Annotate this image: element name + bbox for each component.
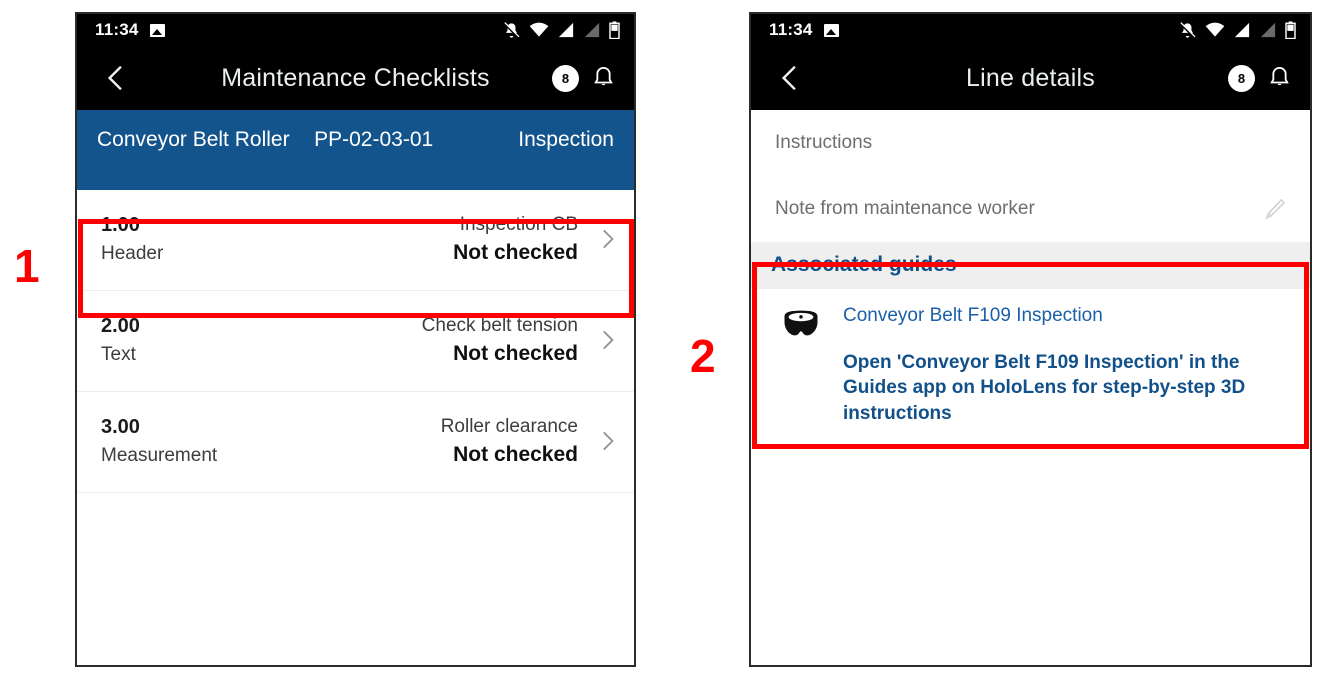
annotation-marker-2: 2 [690,330,716,382]
app-bar-right: Line details 8 [751,46,1310,110]
notifications-off-icon [503,21,520,38]
wifi-icon [1205,22,1225,37]
status-bar-time: 11:34 [769,20,813,39]
checklist-row-status: Not checked [453,240,578,264]
app-bar-actions: 8 [1228,64,1294,93]
checklist-row-3[interactable]: 3.00 Measurement Roller clearance Not ch… [77,392,634,493]
checklist-row-name: Inspection CB [459,213,578,235]
instructions-field[interactable]: Instructions [751,110,1310,174]
status-bar: 11:34 [77,14,634,46]
chevron-right-icon[interactable] [594,327,620,353]
checklist-row-left: 3.00 Measurement [101,416,217,467]
checklist-row-status: Not checked [453,341,578,365]
guide-name[interactable]: Conveyor Belt F109 Inspection [843,305,1283,328]
checklist-row-type: Header [101,242,164,264]
pencil-icon[interactable] [1262,196,1288,222]
status-bar-icons [502,21,620,40]
chevron-right-icon[interactable] [594,226,620,252]
associated-guide-texts: Conveyor Belt F109 Inspection Open 'Conv… [843,305,1283,427]
checklist-row-1[interactable]: 1.00 Header Inspection CB Not checked [77,190,634,291]
checklist-row-type: Text [101,343,136,365]
checklist-row-status: Not checked [453,442,578,466]
context-band: Conveyor Belt Roller PP-02-03-01 Inspect… [77,110,634,190]
notifications-off-icon [1179,21,1196,38]
phone-screenshot-right: 11:34 Line details 8 Instructions Note f… [749,12,1312,667]
bell-icon[interactable] [589,64,618,93]
cellular-signal-icon [558,22,574,38]
bell-icon[interactable] [1265,64,1294,93]
checklist-row-name: Roller clearance [440,415,578,437]
checklist-row-right: Roller clearance Not checked [441,416,578,467]
notification-badge[interactable]: 8 [1228,64,1255,92]
image-icon [823,23,839,37]
hololens-goggles-icon [784,310,818,336]
asset-name: Conveyor Belt Roller [97,128,290,151]
guide-cta-text[interactable]: Open 'Conveyor Belt F109 Inspection' in … [843,350,1283,427]
checklist-row-number: 2.00 [101,314,140,337]
page-title: Maintenance Checklists [221,63,490,92]
associated-guides-section-header: Associated guides [751,242,1310,289]
app-bar-actions: 8 [552,64,618,93]
cellular-signal-icon [1234,22,1250,38]
battery-icon [609,21,620,39]
battery-icon [1285,21,1296,39]
checklist-row-name: Check belt tension [421,314,578,336]
status-bar-icons [1178,21,1296,40]
note-label: Note from maintenance worker [775,198,1035,219]
note-field[interactable]: Note from maintenance worker [751,174,1310,242]
associated-guides-title: Associated guides [771,253,957,276]
status-bar: 11:34 [751,14,1310,46]
checklist-row-left: 1.00 Header [101,214,163,265]
checklist-row-right: Inspection CB Not checked [453,214,578,265]
checklist-row-number: 3.00 [101,415,140,438]
line-details-body: Instructions Note from maintenance worke… [751,110,1310,447]
checklist-row-type: Measurement [101,444,218,466]
checklist-row-left: 2.00 Text [101,315,140,366]
asset-code: PP-02-03-01 [314,128,434,151]
back-chevron-icon[interactable] [99,61,133,95]
wifi-icon [529,22,549,37]
status-bar-time: 11:34 [95,20,139,39]
instructions-label: Instructions [775,132,873,153]
checklist-row-number: 1.00 [101,213,140,236]
annotation-marker-1: 1 [14,240,40,292]
cellular-signal-off-icon [1260,22,1276,38]
app-bar-left: Maintenance Checklists 8 [77,46,634,110]
back-chevron-icon[interactable] [773,61,807,95]
cellular-signal-off-icon [584,22,600,38]
associated-guide-item[interactable]: Conveyor Belt F109 Inspection Open 'Conv… [751,289,1310,447]
checklist-row-2[interactable]: 2.00 Text Check belt tension Not checked [77,291,634,392]
chevron-right-icon[interactable] [594,428,620,454]
phone-screenshot-left: 11:34 Maintenance Checklists 8 Conveyor … [75,12,636,667]
job-type: Inspection [518,128,614,151]
image-icon [149,23,165,37]
checklist-rows: 1.00 Header Inspection CB Not checked 2.… [77,190,634,493]
page-title: Line details [966,63,1095,92]
checklist-row-right: Check belt tension Not checked [422,315,578,366]
notification-badge[interactable]: 8 [552,64,579,92]
